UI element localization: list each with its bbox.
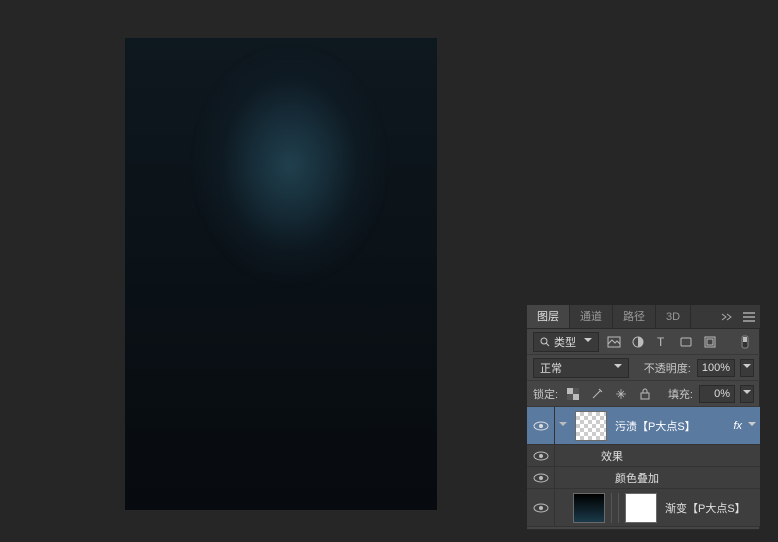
layer-name[interactable]: 污渍【P大点S】 — [611, 418, 727, 434]
fill-label: 填充: — [668, 386, 693, 402]
canvas-artwork — [185, 48, 395, 308]
filter-kind-label: 类型 — [554, 334, 576, 350]
color-overlay-label: 颜色叠加 — [611, 470, 760, 486]
layer-filter-row: 类型 T — [527, 329, 760, 355]
layer-row-1[interactable]: 污渍【P大点S】 fx — [527, 407, 760, 445]
collapse-icon[interactable] — [716, 305, 738, 328]
tab-layers[interactable]: 图层 — [527, 305, 570, 328]
effects-row[interactable]: 效果 — [527, 445, 760, 467]
blend-mode-select[interactable]: 正常 — [533, 358, 629, 378]
fill-input[interactable]: 0% — [699, 385, 735, 403]
mask-link-icon[interactable] — [611, 493, 619, 523]
blend-row: 正常 不透明度: 100% — [527, 355, 760, 381]
chevron-down-icon — [614, 361, 622, 375]
filter-smart-icon[interactable] — [701, 333, 719, 351]
layer-fill-thumbnail[interactable] — [573, 493, 605, 523]
tab-3d[interactable]: 3D — [656, 305, 691, 328]
eye-icon — [533, 421, 549, 431]
filter-shape-icon[interactable] — [677, 333, 695, 351]
fx-badge[interactable]: fx — [727, 420, 748, 432]
lock-pixels-icon[interactable] — [588, 385, 606, 403]
layer-mask-thumbnail[interactable] — [625, 493, 657, 523]
layer-thumbnail[interactable] — [575, 411, 607, 441]
effects-label: 效果 — [597, 448, 760, 464]
lock-all-icon[interactable] — [636, 385, 654, 403]
search-icon — [540, 337, 550, 347]
panel-tabs: 图层 通道 路径 3D — [527, 305, 760, 329]
panel-menu-icon[interactable] — [738, 305, 760, 328]
lock-transparency-icon[interactable] — [564, 385, 582, 403]
opacity-label: 不透明度: — [644, 360, 691, 376]
lock-row: 锁定: 填充: 0% — [527, 381, 760, 407]
color-overlay-row[interactable]: 颜色叠加 — [527, 467, 760, 489]
layers-panel: 图层 通道 路径 3D 类型 T — [527, 305, 760, 530]
layer-name[interactable]: 渐变【P大点S】 — [661, 500, 760, 516]
filter-toggle-switch[interactable] — [736, 333, 754, 351]
visibility-toggle[interactable] — [527, 407, 555, 444]
filter-adjust-icon[interactable] — [629, 333, 647, 351]
visibility-toggle[interactable] — [527, 467, 555, 488]
document-canvas[interactable] — [125, 38, 437, 510]
lock-position-icon[interactable] — [612, 385, 630, 403]
eye-icon — [533, 503, 549, 513]
eye-icon — [533, 451, 549, 461]
svg-text:T: T — [657, 336, 665, 348]
fx-chevron-icon[interactable] — [748, 419, 756, 433]
filter-pixel-icon[interactable] — [605, 333, 623, 351]
expand-toggle[interactable] — [559, 422, 567, 430]
tab-channels[interactable]: 通道 — [570, 305, 613, 328]
lock-label: 锁定: — [533, 386, 558, 402]
opacity-dropdown-button[interactable] — [740, 359, 754, 377]
opacity-input[interactable]: 100% — [697, 359, 735, 377]
filter-kind-select[interactable]: 类型 — [533, 332, 599, 352]
layer-list: 污渍【P大点S】 fx 效果 颜色叠加 渐变【P大 — [527, 407, 760, 527]
layer-row-2[interactable]: 渐变【P大点S】 — [527, 489, 760, 527]
chevron-down-icon — [584, 335, 592, 349]
filter-type-icon[interactable]: T — [653, 333, 671, 351]
eye-icon — [533, 473, 549, 483]
visibility-toggle[interactable] — [527, 489, 555, 526]
blend-mode-value: 正常 — [540, 360, 562, 376]
fill-dropdown-button[interactable] — [740, 385, 754, 403]
tab-paths[interactable]: 路径 — [613, 305, 656, 328]
visibility-toggle[interactable] — [527, 445, 555, 466]
